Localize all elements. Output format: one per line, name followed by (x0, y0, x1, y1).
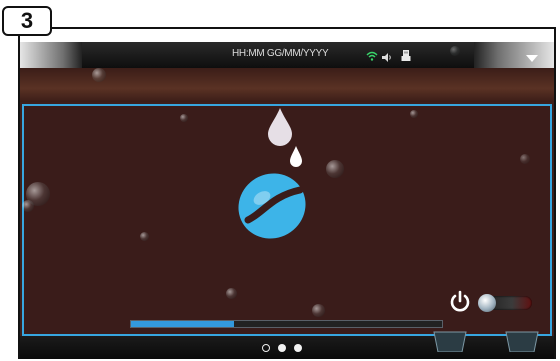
cup-decoration (505, 331, 539, 352)
water-droplet-decoration (410, 110, 418, 118)
water-droplet-decoration (312, 304, 325, 317)
pager-bar (20, 336, 554, 359)
coffee-machine-logo (238, 108, 306, 239)
small-drop-icon (290, 146, 302, 167)
menu-arrow-icon[interactable] (526, 50, 538, 68)
pager-dot[interactable] (278, 344, 286, 352)
cup-decoration (433, 331, 467, 352)
water-droplet-decoration (450, 46, 460, 56)
coffee-bean-icon (238, 173, 306, 239)
progress-bar (130, 320, 443, 328)
water-droplet-decoration (92, 68, 106, 82)
date-time-label: HH:MM GG/MM/YYYY (232, 48, 329, 59)
machine-display: HH:MM GG/MM/YYYY (20, 42, 554, 359)
pager-dot[interactable] (262, 344, 270, 352)
water-droplet-decoration (22, 200, 34, 212)
volume-icon (382, 49, 392, 67)
pager-dot[interactable] (294, 344, 302, 352)
status-bar-right-edge (474, 42, 554, 68)
progress-bar-fill (131, 321, 234, 327)
water-droplet-decoration (326, 160, 344, 178)
power-toggle-knob[interactable] (478, 294, 496, 312)
usb-icon (401, 48, 411, 66)
status-bar-left-edge (20, 42, 82, 68)
wifi-icon (366, 48, 378, 66)
step-number-badge: 3 (2, 6, 52, 36)
water-droplet-decoration (520, 154, 530, 164)
water-drop-icon (268, 108, 292, 146)
water-droplet-decoration (140, 232, 149, 241)
power-icon[interactable] (448, 290, 472, 319)
water-droplet-decoration (180, 114, 188, 122)
status-bar: HH:MM GG/MM/YYYY (20, 42, 554, 68)
water-droplet-decoration (226, 288, 237, 299)
